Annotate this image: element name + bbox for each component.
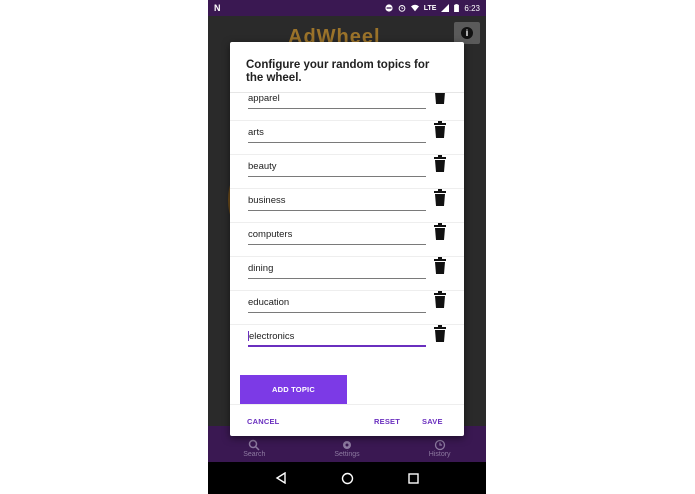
topic-input[interactable]: dining [248,259,426,279]
trash-icon[interactable] [433,223,447,241]
status-time: 6:23 [464,3,480,13]
info-button[interactable]: i [454,22,480,44]
reset-button[interactable]: RESET [374,417,400,426]
topic-row: education [230,291,464,325]
notification-n-icon: N [214,3,221,13]
trash-icon[interactable] [433,325,447,343]
topic-input[interactable]: business [248,191,426,211]
battery-icon [454,4,460,12]
info-icon: i [461,27,473,39]
alarm-icon [398,5,406,12]
topic-row: arts [230,121,464,155]
trash-icon[interactable] [433,189,447,207]
signal-icon [441,4,450,12]
network-type-label: LTE [423,4,437,12]
dialog-footer: CANCEL RESET SAVE [230,404,464,436]
topic-input[interactable]: arts [248,123,426,143]
gear-icon [343,441,351,449]
trash-icon[interactable] [433,92,447,105]
nav-label-settings: Settings [334,451,360,458]
topics-dialog: Configure your random topics for the whe… [230,42,464,436]
system-navigation-bar [208,462,486,494]
trash-icon[interactable] [433,257,447,275]
do-not-disturb-icon [385,4,393,12]
topic-row: dining [230,257,464,291]
add-topic-button[interactable]: ADD TOPIC [240,375,347,404]
nav-label-search: Search [243,451,266,458]
topic-list[interactable]: apparel arts beauty business computers d… [230,92,464,362]
topic-input[interactable]: computers [248,225,426,245]
nav-label-history: History [428,451,451,458]
topic-input-text: electronics [249,331,295,342]
recents-icon[interactable] [408,472,419,484]
topic-input-focused[interactable]: electronics [248,327,426,347]
topic-row: apparel [230,92,464,121]
topic-input[interactable]: apparel [248,93,426,109]
topic-row: electronics [230,325,464,359]
dialog-title: Configure your random topics for the whe… [246,59,430,84]
home-icon[interactable] [341,472,354,485]
wifi-icon [410,4,419,12]
back-icon[interactable] [275,472,287,484]
search-icon [249,439,260,451]
topic-row: business [230,189,464,223]
clock-icon [434,439,445,451]
trash-icon[interactable] [433,121,447,139]
trash-icon[interactable] [433,155,447,173]
cancel-button[interactable]: CANCEL [247,417,279,426]
trash-icon[interactable] [433,291,447,309]
topic-input[interactable]: beauty [248,157,426,177]
topic-row: beauty [230,155,464,189]
save-button[interactable]: SAVE [422,417,443,426]
topic-row: computers [230,223,464,257]
status-bar: N LTE 6:23 [208,0,486,16]
topic-input[interactable]: education [248,293,426,313]
